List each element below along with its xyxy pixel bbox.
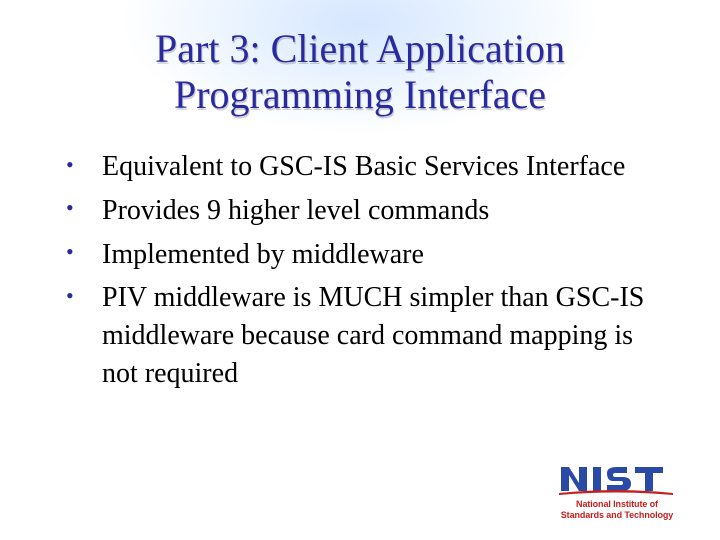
logo-tagline-2: Standards and Technology [561,510,673,520]
bullet-text: Equivalent to GSC-IS Basic Services Inte… [102,151,625,182]
bullet-list: Equivalent to GSC-IS Basic Services Inte… [60,148,670,393]
logo-tagline: National Institute of Standards and Tech… [542,499,692,520]
list-item: Provides 9 higher level commands [60,192,670,230]
bullet-text: PIV middleware is MUCH simpler than GSC-… [102,282,644,389]
nist-logo-icon [557,461,677,497]
bullet-text: Provides 9 higher level commands [102,195,489,226]
title-line2: Programming Interface [174,72,546,117]
slide-body: Equivalent to GSC-IS Basic Services Inte… [0,148,720,393]
title-main: Part 3: Client Application Programming I… [0,26,720,118]
list-item: Implemented by middleware [60,236,670,274]
list-item: Equivalent to GSC-IS Basic Services Inte… [60,148,670,186]
title-line1: Part 3: Client Application [155,26,565,71]
list-item: PIV middleware is MUCH simpler than GSC-… [60,279,670,392]
slide-title: Part 3: Client Application Programming I… [0,0,720,118]
slide: Part 3: Client Application Programming I… [0,0,720,540]
logo-tagline-1: National Institute of [576,499,658,509]
nist-logo: National Institute of Standards and Tech… [542,461,692,520]
bullet-text: Implemented by middleware [102,239,424,270]
